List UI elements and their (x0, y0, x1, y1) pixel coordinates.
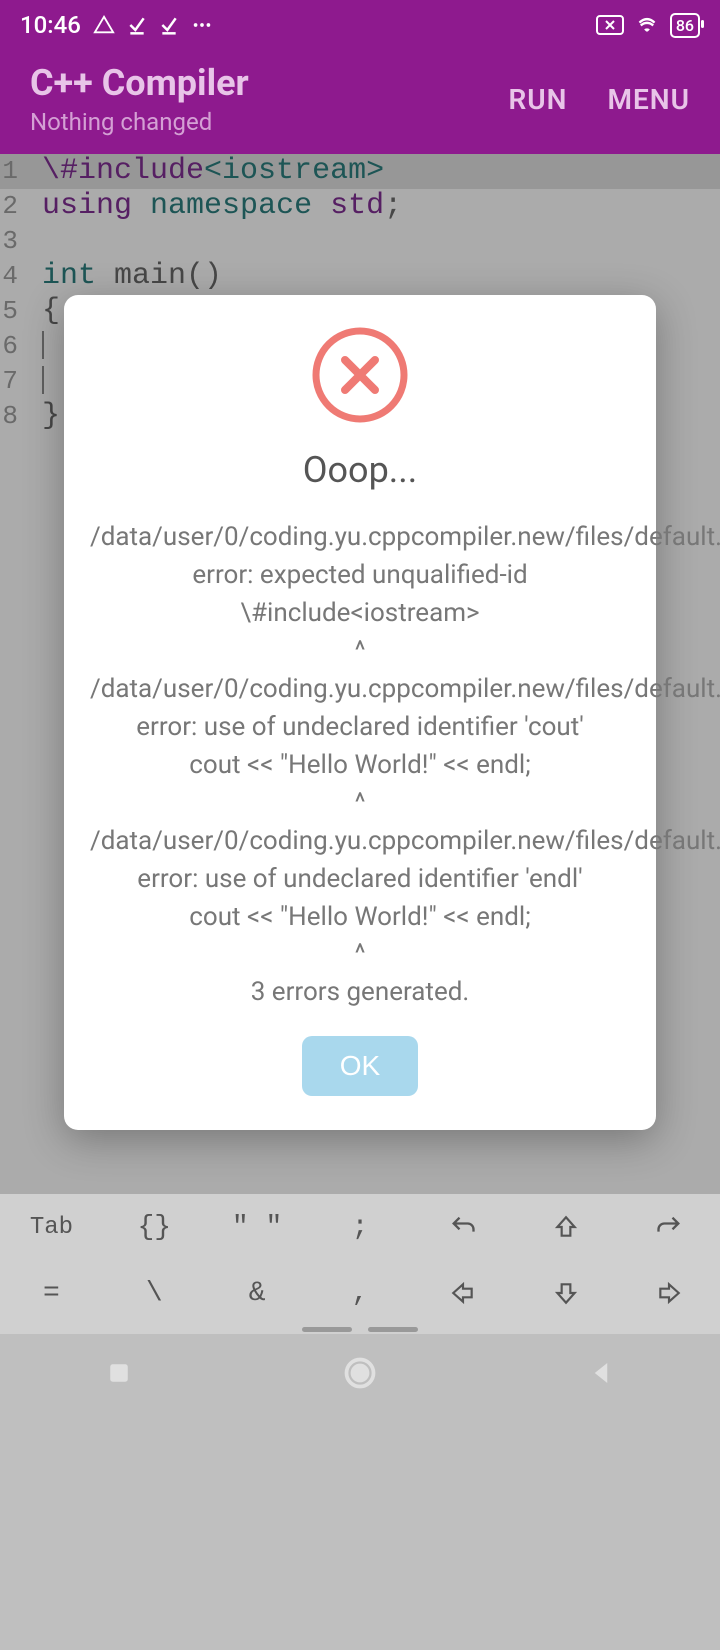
screen: 10:46 86 (0, 0, 720, 1650)
dialog-body: /data/user/0/coding.yu.cppcompiler.new/f… (90, 519, 630, 1012)
error-icon (310, 325, 410, 425)
dialog-backdrop[interactable]: Ooop... /data/user/0/coding.yu.cppcompil… (0, 0, 720, 1650)
ok-button[interactable]: OK (302, 1036, 418, 1096)
dialog-title: Ooop... (90, 449, 630, 491)
error-dialog: Ooop... /data/user/0/coding.yu.cppcompil… (64, 295, 656, 1130)
